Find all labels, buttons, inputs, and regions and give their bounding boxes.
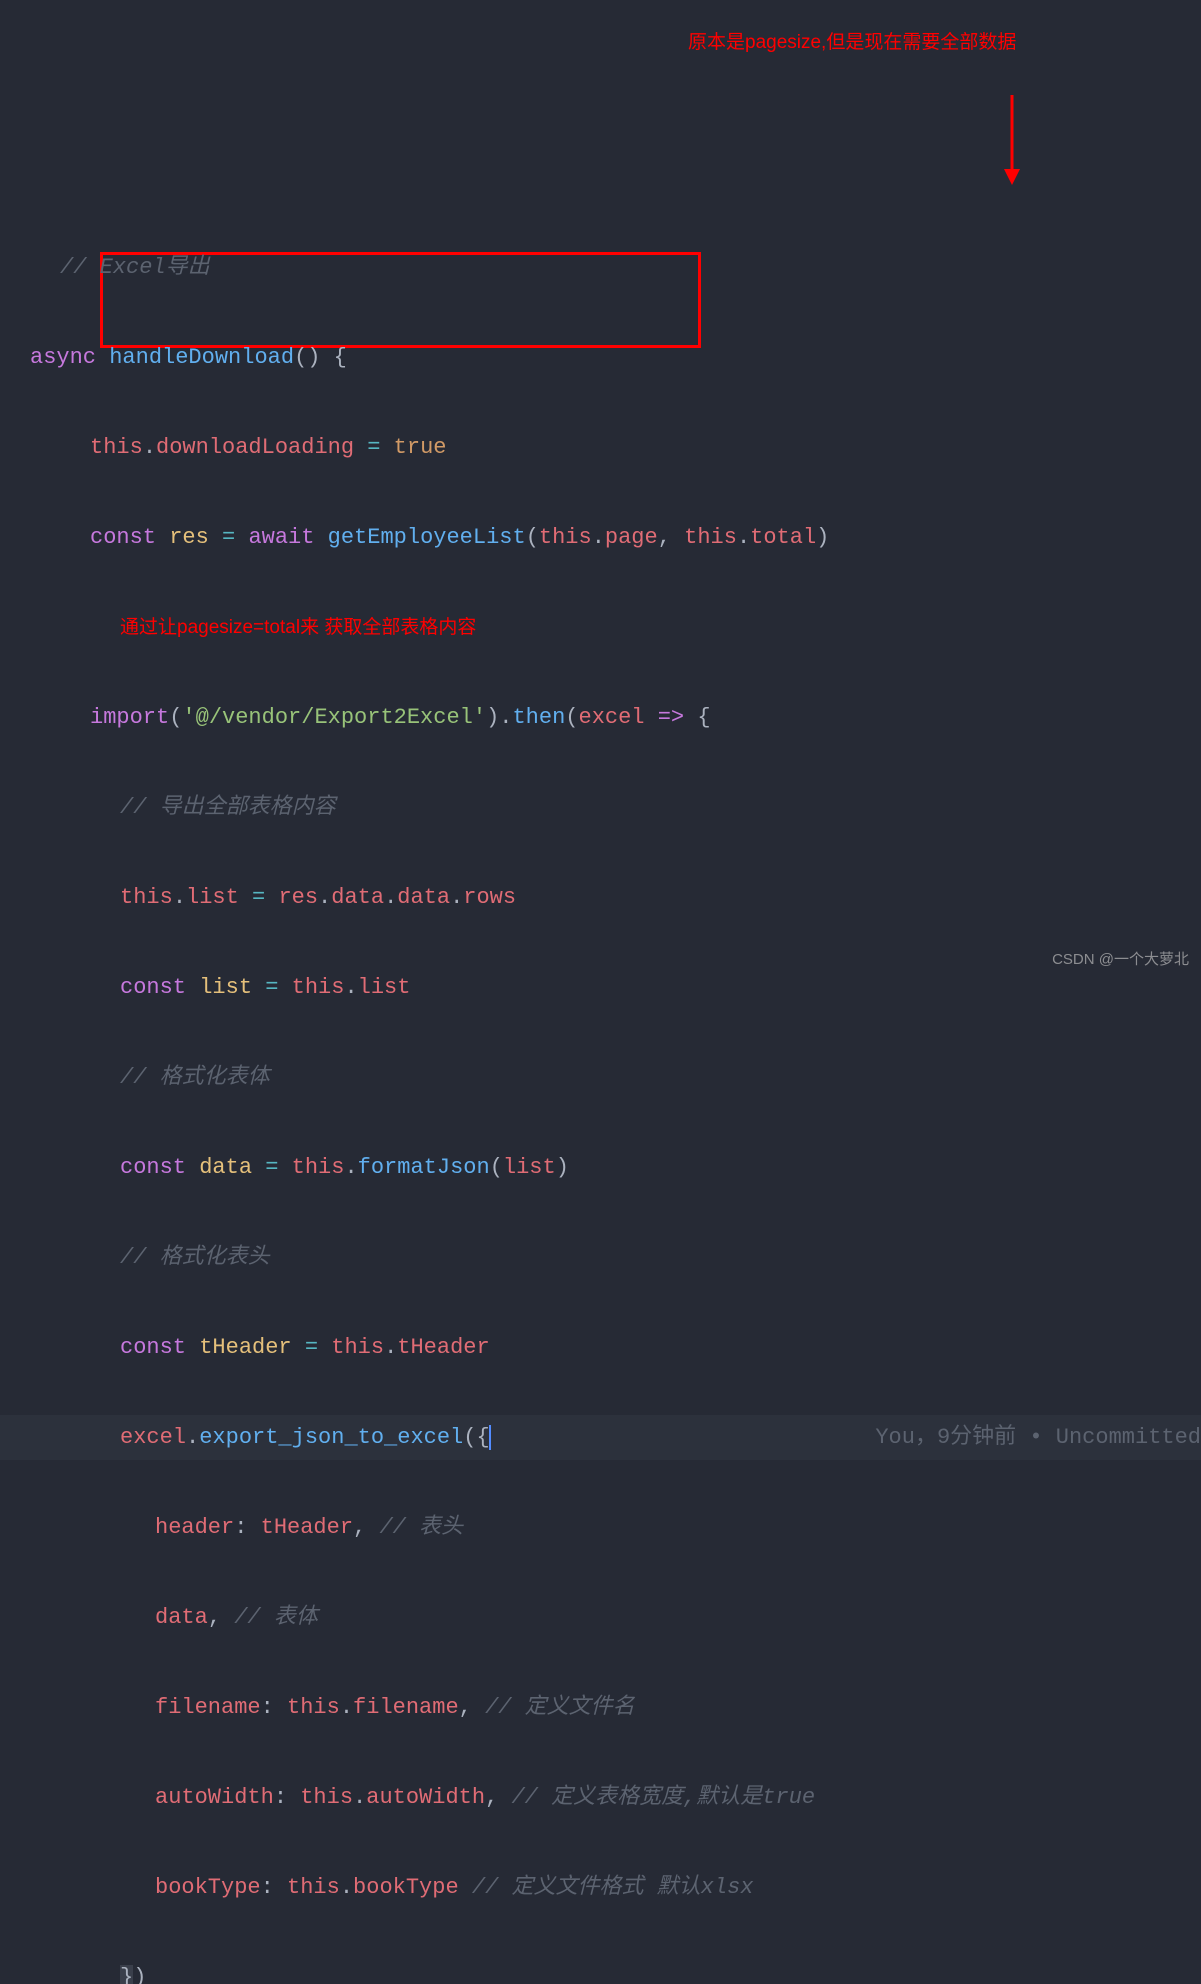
code-line: this.list = res.data.data.rows xyxy=(0,875,1201,920)
git-blame-annotation: You，9分钟前 • Uncommitted xyxy=(875,1415,1201,1460)
code-line: 通过让pagesize=total来 获取全部表格内容 xyxy=(0,605,1201,650)
arrow-icon xyxy=(1000,50,1024,230)
code-line: const res = await getEmployeeList(this.p… xyxy=(0,515,1201,560)
watermark: CSDN @一个大萝北 xyxy=(1052,937,1189,982)
code-line: filename: this.filename, // 定义文件名 xyxy=(0,1685,1201,1730)
code-line: header: tHeader, // 表头 xyxy=(0,1505,1201,1550)
code-line: import('@/vendor/Export2Excel').then(exc… xyxy=(0,695,1201,740)
code-editor[interactable]: 原本是pagesize,但是现在需要全部数据 // Excel导出 async … xyxy=(0,0,1201,1984)
annotation-inline: 通过让pagesize=total来 获取全部表格内容 xyxy=(120,617,476,638)
code-line: bookType: this.bookType // 定义文件格式 默认xlsx xyxy=(0,1865,1201,1910)
code-line: const list = this.list xyxy=(0,965,1201,1010)
code-line-active: excel.export_json_to_excel({You，9分钟前 • U… xyxy=(0,1415,1201,1460)
code-line: const tHeader = this.tHeader xyxy=(0,1325,1201,1370)
annotation-top-right: 原本是pagesize,但是现在需要全部数据 xyxy=(688,20,1016,65)
code-line: // 格式化表体 xyxy=(0,1055,1201,1100)
code-line: // 导出全部表格内容 xyxy=(0,785,1201,830)
code-line: async handleDownload() { xyxy=(0,335,1201,380)
code-line: autoWidth: this.autoWidth, // 定义表格宽度,默认是… xyxy=(0,1775,1201,1820)
code-line: }) xyxy=(0,1955,1201,1984)
text-cursor xyxy=(489,1425,491,1450)
code-line: const data = this.formatJson(list) xyxy=(0,1145,1201,1190)
code-line: this.downloadLoading = true xyxy=(0,425,1201,470)
code-line: data, // 表体 xyxy=(0,1595,1201,1640)
code-line: // Excel导出 xyxy=(0,245,1201,290)
code-line: // 格式化表头 xyxy=(0,1235,1201,1280)
